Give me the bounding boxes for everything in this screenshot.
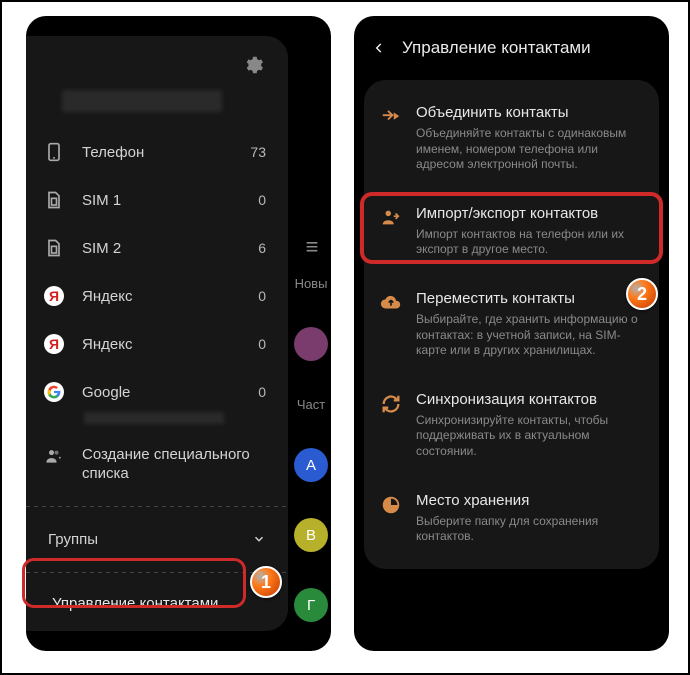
account-count: 0 bbox=[258, 288, 266, 304]
avatar-a bbox=[294, 327, 328, 361]
opt-desc: Синхронизируйте контакты, чтобы поддержи… bbox=[416, 413, 641, 460]
storage-icon bbox=[380, 494, 402, 516]
opt-move[interactable]: Переместить контакты Выбирайте, где хран… bbox=[364, 274, 659, 375]
manage-contacts-button[interactable]: Управление контактами bbox=[38, 579, 248, 628]
account-yandex2[interactable]: Я Яндекс 0 bbox=[26, 320, 288, 368]
merge-icon bbox=[380, 106, 402, 128]
create-list-button[interactable]: Создание специального списка bbox=[26, 428, 288, 500]
divider bbox=[26, 572, 288, 573]
opt-desc: Объединяйте контакты с одинаковым именем… bbox=[416, 126, 641, 173]
account-label: Яндекс bbox=[82, 288, 132, 305]
account-label: SIM 2 bbox=[82, 240, 121, 257]
import-export-icon bbox=[380, 207, 402, 229]
groups-label: Группы bbox=[48, 531, 98, 548]
cloud-upload-icon bbox=[380, 292, 402, 314]
chip-chast: Част bbox=[297, 397, 325, 412]
opt-sync[interactable]: Синхронизация контактов Синхронизируйте … bbox=[364, 375, 659, 476]
left-phone: ≡ Новы Част А В Г А Телефон 73 SIM 1 bbox=[26, 16, 331, 651]
account-yandex1[interactable]: Я Яндекс 0 bbox=[26, 272, 288, 320]
opt-title: Импорт/экспорт контактов bbox=[416, 205, 641, 223]
sim-icon bbox=[44, 238, 64, 258]
avatar-g: Г bbox=[294, 588, 328, 622]
create-list-label: Создание специального списка bbox=[82, 446, 266, 484]
chevron-down-icon bbox=[252, 532, 266, 546]
sync-icon bbox=[380, 393, 402, 415]
opt-desc: Импорт контактов на телефон или их экспо… bbox=[416, 227, 641, 258]
step-badge-1: 1 bbox=[250, 566, 282, 598]
sim-icon bbox=[44, 190, 64, 210]
opt-import-export[interactable]: Импорт/экспорт контактов Импорт контакто… bbox=[364, 189, 659, 274]
yandex-icon: Я bbox=[44, 286, 64, 306]
header: Управление контактами bbox=[354, 16, 669, 76]
account-label: Телефон bbox=[82, 144, 144, 161]
chip-novy: Новы bbox=[295, 276, 328, 291]
account-label: SIM 1 bbox=[82, 192, 121, 209]
phone-icon bbox=[44, 142, 64, 162]
opt-desc: Выбирайте, где хранить информацию о конт… bbox=[416, 312, 641, 359]
back-icon[interactable] bbox=[372, 41, 386, 55]
gear-icon[interactable] bbox=[242, 54, 264, 76]
google-icon bbox=[44, 382, 64, 402]
step-badge-2: 2 bbox=[626, 278, 658, 310]
opt-merge[interactable]: Объединить контакты Объединяйте контакты… bbox=[364, 88, 659, 189]
account-sim1[interactable]: SIM 1 0 bbox=[26, 176, 288, 224]
account-phone[interactable]: Телефон 73 bbox=[26, 128, 288, 176]
account-count: 0 bbox=[258, 336, 266, 352]
groups-row[interactable]: Группы bbox=[26, 513, 288, 566]
contact-preview: Новы Част А В Г А bbox=[291, 276, 331, 651]
account-label: Яндекс bbox=[82, 336, 132, 353]
opt-title: Объединить контакты bbox=[416, 104, 641, 122]
yandex-icon: Я bbox=[44, 334, 64, 354]
account-name-blurred bbox=[62, 90, 222, 112]
options-card: Объединить контакты Объединяйте контакты… bbox=[364, 80, 659, 569]
opt-title: Переместить контакты bbox=[416, 290, 641, 308]
google-email-blurred bbox=[84, 412, 224, 424]
nav-drawer: Телефон 73 SIM 1 0 SIM 2 6 Я Яндекс 0 bbox=[26, 36, 288, 631]
opt-storage[interactable]: Место хранения Выберите папку для сохран… bbox=[364, 476, 659, 561]
opt-title: Синхронизация контактов bbox=[416, 391, 641, 409]
account-count: 6 bbox=[258, 240, 266, 256]
opt-desc: Выберите папку для сохранения контактов. bbox=[416, 514, 641, 545]
account-label: Google bbox=[82, 384, 130, 401]
opt-title: Место хранения bbox=[416, 492, 641, 510]
group-add-icon bbox=[44, 446, 64, 466]
account-count: 0 bbox=[258, 192, 266, 208]
account-sim2[interactable]: SIM 2 6 bbox=[26, 224, 288, 272]
account-count: 0 bbox=[258, 384, 266, 400]
avatar-a2: А bbox=[294, 448, 328, 482]
page-title: Управление контактами bbox=[402, 38, 591, 58]
hamburger-icon: ≡ bbox=[297, 234, 327, 260]
avatar-b: В bbox=[294, 518, 328, 552]
divider bbox=[26, 506, 288, 507]
account-count: 73 bbox=[250, 144, 266, 160]
right-phone: Управление контактами Объединить контакт… bbox=[354, 16, 669, 651]
